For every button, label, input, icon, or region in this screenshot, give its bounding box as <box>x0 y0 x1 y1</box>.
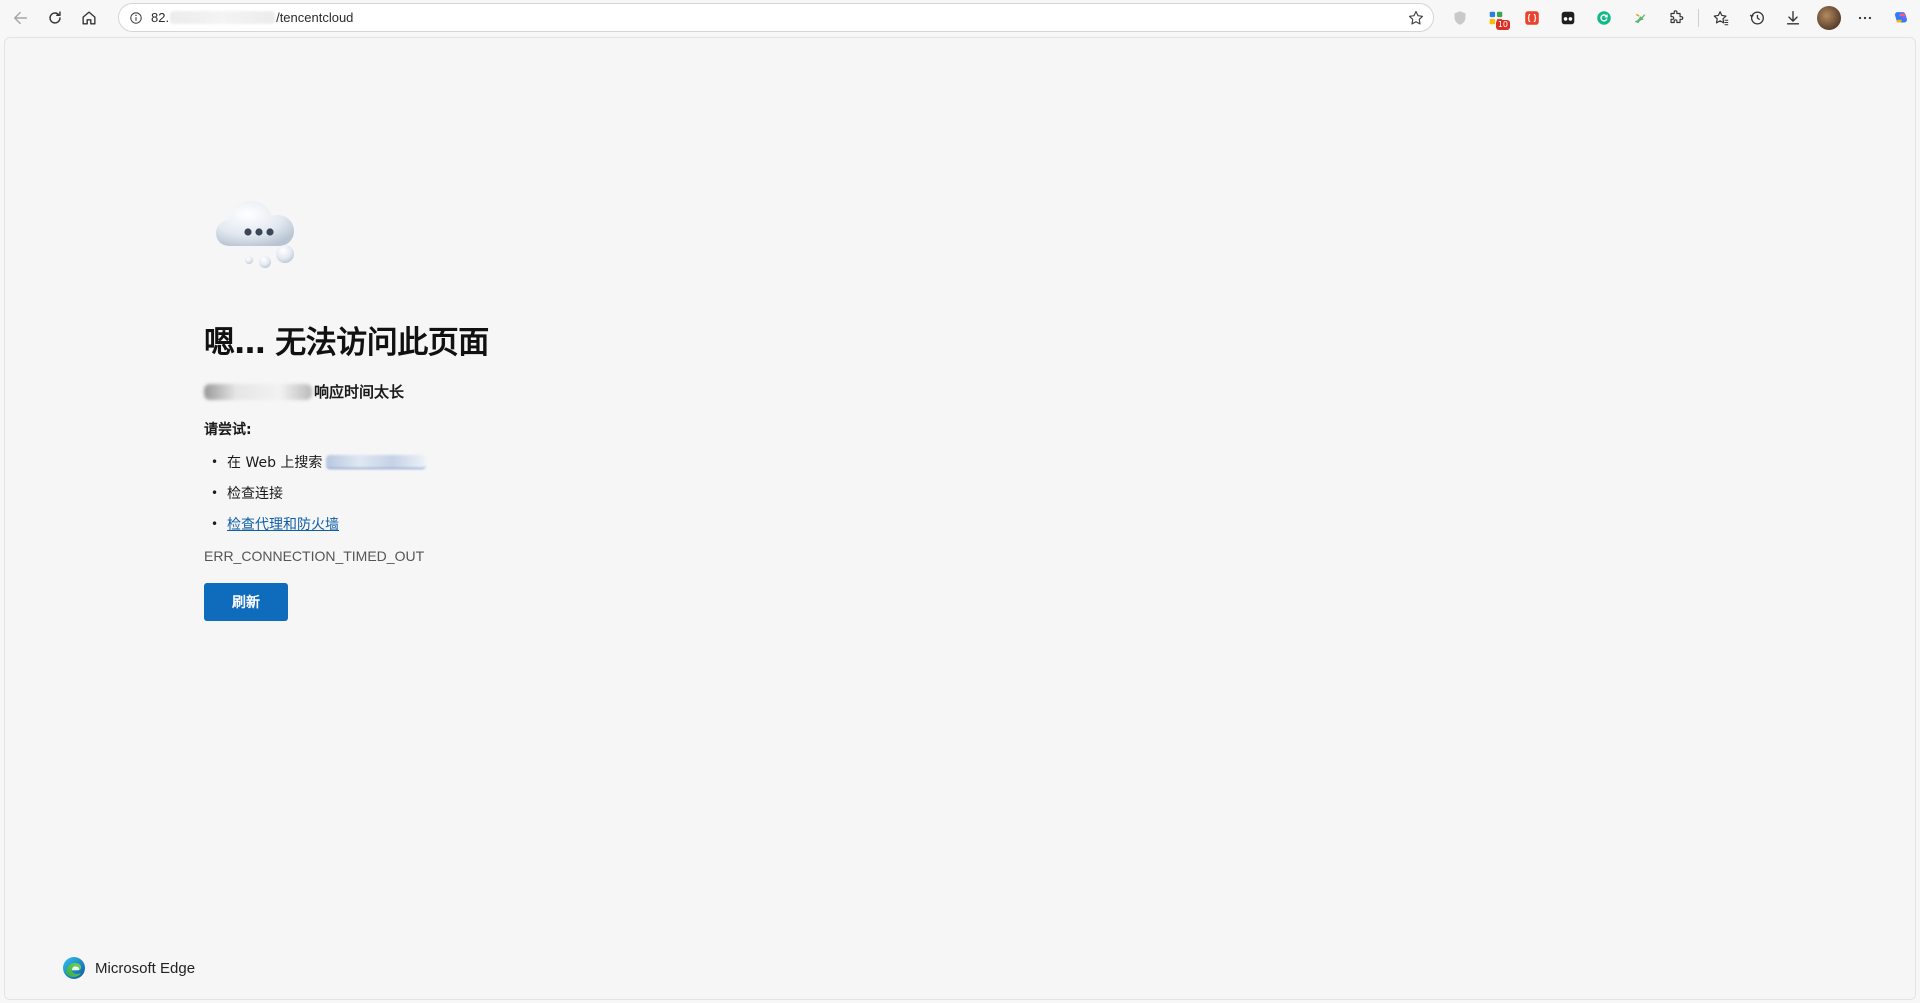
back-button[interactable] <box>4 3 38 33</box>
bird-extension-button[interactable] <box>1622 3 1658 33</box>
url-host: 82. <box>151 10 170 25</box>
more-button[interactable] <box>1847 3 1883 33</box>
braces-icon <box>1525 10 1539 25</box>
host-redacted <box>204 383 312 400</box>
avatar <box>1817 5 1841 30</box>
bullet: • <box>211 516 219 531</box>
page-content: 嗯… 无法访问此页面 响应时间太长 请尝试: • 在 Web 上搜索 • 检查连… <box>4 37 1916 1000</box>
downloads-button[interactable] <box>1775 3 1811 33</box>
refresh-page-button[interactable]: 刷新 <box>204 583 288 621</box>
extensions-button[interactable] <box>1658 3 1694 33</box>
toolbar-extensions: 10 <box>1442 0 1919 35</box>
bullet: • <box>211 454 219 469</box>
cloud-icon <box>216 201 294 268</box>
error-subtitle-text: 响应时间太长 <box>314 383 405 401</box>
suggestion-search-text: 在 Web 上搜索 <box>227 454 323 471</box>
profile-button[interactable] <box>1811 3 1847 33</box>
url-text[interactable]: 82. /tencentcloud <box>151 10 353 25</box>
copilot-icon <box>1895 11 1907 22</box>
brand-name: Microsoft Edge <box>95 959 196 977</box>
shield-icon <box>1454 10 1466 25</box>
home-icon <box>82 10 96 25</box>
download-icon <box>1786 10 1800 25</box>
bird-icon <box>1634 13 1646 23</box>
extension-badge: 10 <box>1495 19 1510 30</box>
refresh-icon <box>49 10 61 24</box>
try-label: 请尝试: <box>204 422 252 438</box>
puzzle-icon <box>1670 9 1684 23</box>
edge-logo-icon <box>63 957 85 979</box>
glasses-icon <box>1561 11 1575 24</box>
suggestions-list: • 在 Web 上搜索 • 检查连接 • 检查代理和防火墙 <box>211 446 427 539</box>
green-extension-button[interactable] <box>1586 3 1622 33</box>
refresh-circle-icon <box>1597 10 1611 25</box>
star-icon[interactable] <box>1403 5 1429 31</box>
check-proxy-firewall-link[interactable]: 检查代理和防火墙 <box>227 514 339 534</box>
apps-extension-button[interactable]: 10 <box>1478 3 1514 33</box>
home-button[interactable] <box>72 3 106 33</box>
bullet: • <box>211 485 219 500</box>
favorites-button[interactable] <box>1703 3 1739 33</box>
refresh-button[interactable] <box>38 3 72 33</box>
copilot-button[interactable] <box>1883 3 1919 33</box>
toolbar-separator <box>1698 8 1699 27</box>
history-button[interactable] <box>1739 3 1775 33</box>
address-bar[interactable]: 82. /tencentcloud <box>118 3 1434 32</box>
json-extension-button[interactable] <box>1514 3 1550 33</box>
url-redacted-segment <box>170 11 276 24</box>
browser-toolbar: 82. /tencentcloud 10 <box>0 0 1920 35</box>
more-icon <box>1858 16 1872 19</box>
glasses-extension-button[interactable] <box>1550 3 1586 33</box>
error-subtitle: 响应时间太长 <box>204 381 404 402</box>
suggestion-check-connection: 检查连接 <box>227 485 283 502</box>
footer-brand: Microsoft Edge <box>62 956 195 980</box>
list-item: • 检查代理和防火墙 <box>211 508 426 539</box>
shield-extension-button[interactable] <box>1442 3 1478 33</box>
back-arrow-icon <box>13 11 28 24</box>
error-code: ERR_CONNECTION_TIMED_OUT <box>204 548 425 564</box>
favorites-icon <box>1713 10 1729 25</box>
list-item: • 在 Web 上搜索 <box>211 446 427 477</box>
list-item: • 检查连接 <box>211 477 426 508</box>
url-path: /tencentcloud <box>276 10 354 25</box>
page-title: 嗯… 无法访问此页面 <box>204 325 489 361</box>
search-web-link[interactable] <box>326 454 427 469</box>
info-icon[interactable] <box>123 5 149 31</box>
history-icon <box>1749 11 1764 24</box>
